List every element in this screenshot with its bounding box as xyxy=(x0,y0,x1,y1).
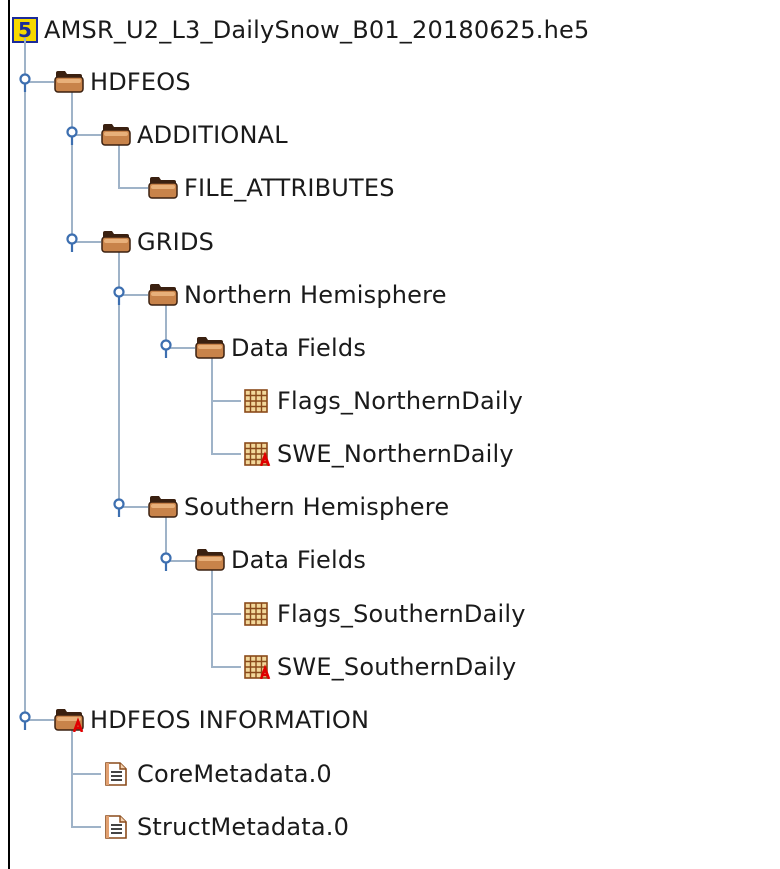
folder-icon xyxy=(101,231,131,253)
tree-node-label: Southern Hemisphere xyxy=(184,493,450,521)
grid-dataset-icon xyxy=(244,389,268,413)
tree-node-label: Flags_SouthernDaily xyxy=(277,600,526,628)
folder-attribute-icon xyxy=(54,709,84,732)
tree-connector xyxy=(71,826,101,828)
tree-node-flags-southern-daily[interactable]: Flags_SouthernDaily xyxy=(241,594,526,634)
folder-icon xyxy=(195,549,225,571)
tree-node-label: Data Fields xyxy=(231,334,367,362)
collapse-toggle-icon[interactable] xyxy=(111,498,127,518)
tree-guide-line xyxy=(24,38,26,718)
tree-connector xyxy=(71,773,101,775)
tree-node-data-fields[interactable]: Data Fields xyxy=(195,540,366,580)
collapse-toggle-icon[interactable] xyxy=(17,711,33,731)
tree-connector xyxy=(211,453,241,455)
tree-node-label: HDFEOS xyxy=(90,68,191,96)
tree-node-northern-hemisphere[interactable]: Northern Hemisphere xyxy=(148,275,447,315)
folder-icon xyxy=(101,124,131,146)
tree-connector xyxy=(211,666,241,668)
tree-node-file-attributes[interactable]: FILE_ATTRIBUTES xyxy=(148,168,395,208)
tree-node-swe-northern-daily[interactable]: SWE_NorthernDaily xyxy=(241,434,514,474)
tree-connector xyxy=(211,613,241,615)
text-document-icon xyxy=(105,762,127,786)
tree-node-label: SWE_SouthernDaily xyxy=(277,653,517,681)
tree-node-label: ADDITIONAL xyxy=(137,121,288,149)
tree-connector xyxy=(118,187,148,189)
tree-node-struct-metadata[interactable]: StructMetadata.0 xyxy=(101,807,349,847)
tree-node-hdfeos-information[interactable]: HDFEOS INFORMATION xyxy=(54,700,369,740)
tree-node-data-fields[interactable]: Data Fields xyxy=(195,328,366,368)
tree-node-label: HDFEOS INFORMATION xyxy=(90,706,370,734)
collapse-toggle-icon[interactable] xyxy=(158,552,174,572)
tree-node-label: Northern Hemisphere xyxy=(184,281,447,309)
folder-icon xyxy=(148,284,178,306)
tree-node-label: Data Fields xyxy=(231,546,367,574)
tree-node-southern-hemisphere[interactable]: Southern Hemisphere xyxy=(148,487,449,527)
tree-node-hdfeos[interactable]: HDFEOS xyxy=(54,62,191,102)
tree-guide-line xyxy=(71,92,73,242)
folder-icon xyxy=(54,71,84,93)
file-tree: 5 AMSR_U2_L3_DailySnow_B01_20180625.he5 … xyxy=(8,0,780,869)
tree-node-swe-southern-daily[interactable]: SWE_SouthernDaily xyxy=(241,647,516,687)
text-document-icon xyxy=(105,815,127,839)
tree-guide-line xyxy=(211,570,213,667)
collapse-toggle-icon[interactable] xyxy=(111,286,127,306)
collapse-toggle-icon[interactable] xyxy=(17,73,33,93)
tree-root-label: AMSR_U2_L3_DailySnow_B01_20180625.he5 xyxy=(44,16,590,44)
tree-guide-line xyxy=(211,358,213,453)
tree-node-label: GRIDS xyxy=(137,228,215,256)
grid-dataset-attribute-icon xyxy=(244,442,271,466)
tree-connector xyxy=(211,400,241,402)
tree-node-label: StructMetadata.0 xyxy=(137,813,350,841)
collapse-toggle-icon[interactable] xyxy=(158,339,174,359)
tree-node-grids[interactable]: GRIDS xyxy=(101,222,214,262)
tree-node-label: SWE_NorthernDaily xyxy=(277,440,514,468)
tree-node-additional[interactable]: ADDITIONAL xyxy=(101,115,288,155)
grid-dataset-icon xyxy=(244,602,268,626)
tree-node-label: CoreMetadata.0 xyxy=(137,760,332,788)
tree-guide-line xyxy=(71,730,73,827)
tree-node-label: Flags_NorthernDaily xyxy=(277,387,523,415)
tree-root[interactable]: 5 AMSR_U2_L3_DailySnow_B01_20180625.he5 xyxy=(12,10,589,50)
folder-icon xyxy=(148,177,178,199)
tree-node-flags-northern-daily[interactable]: Flags_NorthernDaily xyxy=(241,381,523,421)
folder-icon xyxy=(148,496,178,518)
tree-node-label: FILE_ATTRIBUTES xyxy=(184,174,395,202)
tree-node-core-metadata[interactable]: CoreMetadata.0 xyxy=(101,754,332,794)
collapse-toggle-icon[interactable] xyxy=(64,233,80,253)
grid-dataset-attribute-icon xyxy=(244,655,271,679)
folder-icon xyxy=(195,337,225,359)
collapse-toggle-icon[interactable] xyxy=(64,126,80,146)
